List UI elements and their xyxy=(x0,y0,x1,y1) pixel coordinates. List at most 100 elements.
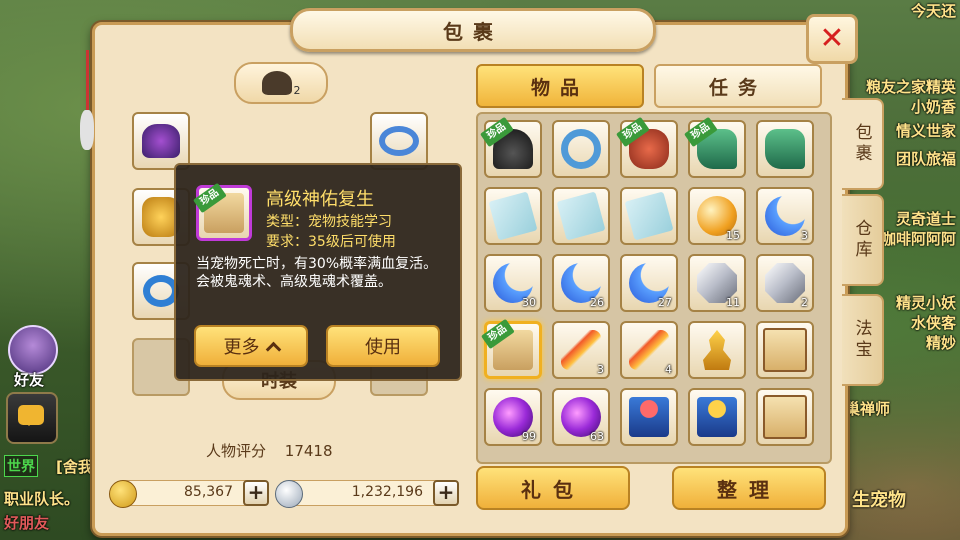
bg-name-label: 今天还 xyxy=(910,2,956,20)
add-gold-button[interactable]: + xyxy=(243,480,269,506)
map-scroll-icon xyxy=(763,328,807,372)
inventory-slot[interactable] xyxy=(620,388,678,446)
skill-book-icon xyxy=(556,191,606,241)
inventory-slot[interactable]: 珍品 xyxy=(479,116,542,178)
add-silver-button[interactable]: + xyxy=(433,480,459,506)
side-tab-bag[interactable]: 包裹 xyxy=(842,98,884,190)
inventory-slot[interactable]: 26 xyxy=(552,254,610,312)
bg-name-label: 粮友之家精英 xyxy=(865,78,956,96)
inventory-slot[interactable]: 11 xyxy=(688,254,746,312)
use-button[interactable]: 使用 xyxy=(326,325,440,367)
bg-name-label: 灵奇道士 xyxy=(895,210,956,228)
inventory-slot[interactable]: 珍品 xyxy=(480,318,542,379)
ribbon-ornament-icon xyxy=(80,50,98,170)
tab-quests[interactable]: 任务 xyxy=(654,64,822,108)
open-map-icon xyxy=(763,395,807,439)
chat-bubble-icon xyxy=(18,405,44,426)
purple-helmet-icon xyxy=(142,124,180,158)
item-count: 99 xyxy=(522,430,536,443)
side-tab-warehouse-label: 仓库 xyxy=(851,219,872,261)
item-count: 30 xyxy=(522,296,536,309)
gift-pack-button[interactable]: 礼包 xyxy=(476,466,630,510)
item-count: 15 xyxy=(726,229,740,242)
inventory-slot[interactable]: 3 xyxy=(552,321,610,379)
item-count: 11 xyxy=(726,296,740,309)
item-count: 27 xyxy=(658,296,672,309)
bg-name-label: 生宠物 xyxy=(852,490,906,511)
bg-name-label: 情义世家 xyxy=(895,122,956,140)
skill-book-icon xyxy=(624,191,674,241)
tooltip-item-requirement: 要求：35级后可使用 xyxy=(266,234,396,250)
bg-name-label: 咖啡阿阿阿 xyxy=(880,230,956,248)
gift-pack-label: 礼包 xyxy=(521,477,585,502)
fashion-head-tab[interactable]: 2 xyxy=(234,62,328,104)
inventory-slot[interactable]: 3 xyxy=(756,187,814,245)
friends-button[interactable]: 好友 xyxy=(4,325,62,389)
chat-button[interactable] xyxy=(6,392,58,444)
tab-items[interactable]: 物品 xyxy=(476,64,644,108)
more-button[interactable]: 更多 xyxy=(194,325,308,367)
item-count: 63 xyxy=(590,430,604,443)
more-label: 更多 xyxy=(223,337,260,358)
inventory-slot[interactable]: 2 xyxy=(756,254,814,312)
inventory-slot[interactable] xyxy=(484,187,542,245)
inventory-slot[interactable] xyxy=(620,187,678,245)
use-label: 使用 xyxy=(365,337,401,358)
close-icon: ✕ xyxy=(819,21,845,56)
necklace-icon xyxy=(379,126,419,156)
fire-sword-icon xyxy=(629,330,669,370)
score-value: 17418 xyxy=(284,442,333,460)
equip-slot-helmet[interactable] xyxy=(132,112,190,170)
side-tab-treasure[interactable]: 法宝 xyxy=(842,294,884,386)
green-boots-icon xyxy=(765,129,805,169)
bg-name-label: 水侠客 xyxy=(910,314,956,332)
inventory-slot[interactable] xyxy=(756,321,814,379)
item-count: 4 xyxy=(665,363,672,376)
blue-moon-icon xyxy=(765,196,805,236)
inventory-slot[interactable]: 27 xyxy=(620,254,678,312)
chat-line: [舍我 xyxy=(56,458,93,476)
silver-gem-icon xyxy=(765,263,805,303)
inventory-slot[interactable]: 30 xyxy=(484,254,542,312)
silver-coin-icon xyxy=(275,480,303,508)
gold-coin-icon xyxy=(109,480,137,508)
tooltip-item-name: 高级神佑复生 xyxy=(266,189,374,210)
inventory-slot[interactable] xyxy=(552,187,610,245)
inventory-slot[interactable]: 珍品 xyxy=(615,116,678,178)
item-count: 3 xyxy=(597,363,604,376)
inventory-slot[interactable]: 99 xyxy=(484,388,542,446)
item-count: 26 xyxy=(590,296,604,309)
item-count: 3 xyxy=(801,229,808,242)
bg-name-label: 精妙 xyxy=(925,334,956,352)
blue-necklace-icon xyxy=(561,129,601,169)
inventory-slot[interactable]: 15 xyxy=(688,187,746,245)
hat-icon xyxy=(261,71,292,95)
sort-button[interactable]: 整理 xyxy=(672,466,826,510)
inventory-slot[interactable]: 珍品 xyxy=(683,116,746,178)
silver-value: 1,232,196 xyxy=(351,484,423,500)
inventory-slot[interactable] xyxy=(756,120,814,178)
chat-line: 好朋友 xyxy=(4,514,50,532)
close-button[interactable]: ✕ xyxy=(806,14,858,64)
inventory-slot[interactable]: 4 xyxy=(620,321,678,379)
gold-value: 85,367 xyxy=(184,484,233,500)
inventory-slot[interactable] xyxy=(688,321,746,379)
tooltip-item-type: 类型：宠物技能学习 xyxy=(266,214,392,230)
golden-pagoda-icon xyxy=(703,330,731,370)
side-tab-warehouse[interactable]: 仓库 xyxy=(842,194,884,286)
inventory-slot[interactable] xyxy=(552,120,610,178)
inventory-slot[interactable]: 63 xyxy=(552,388,610,446)
chevron-up-icon xyxy=(265,341,281,357)
equip-slot-necklace[interactable] xyxy=(370,112,428,170)
side-tab-treasure-label: 法宝 xyxy=(851,319,872,361)
skill-book-icon xyxy=(488,191,538,241)
tooltip-item-slot: 珍品 xyxy=(192,182,252,241)
inventory-slot[interactable] xyxy=(756,388,814,446)
gold-treasure-box-icon xyxy=(697,397,737,437)
inventory-slot[interactable] xyxy=(688,388,746,446)
world-channel-tag[interactable]: 世界 xyxy=(4,455,38,477)
side-tab-bag-label: 包裹 xyxy=(851,123,872,165)
hat-count: 2 xyxy=(293,83,301,97)
bg-name-label: 团队旅福 xyxy=(895,150,956,168)
item-tooltip: 珍品 高级神佑复生 类型：宠物技能学习 要求：35级后可使用 当宠物死亡时，有3… xyxy=(174,163,462,381)
